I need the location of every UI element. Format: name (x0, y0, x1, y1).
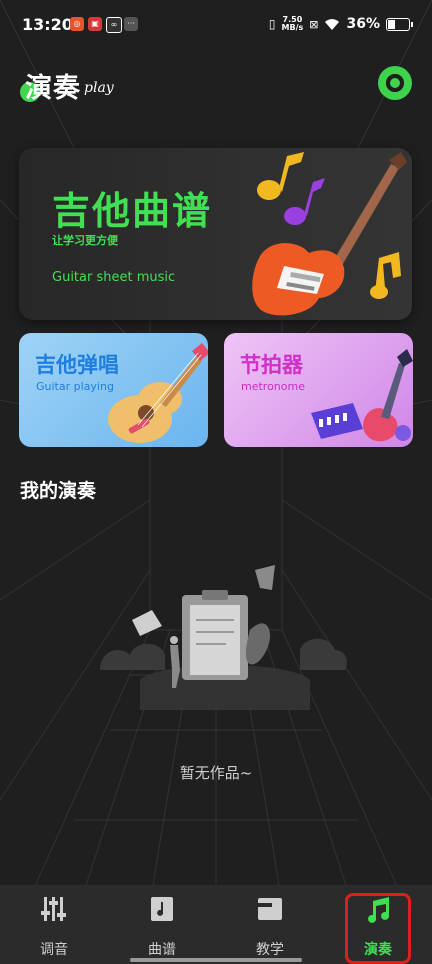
status-time: 13:20 (22, 15, 73, 34)
my-performances-title: 我的演奏 (20, 480, 97, 502)
tuner-sliders-icon (41, 897, 66, 921)
home-indicator[interactable] (130, 958, 302, 962)
app-logo-subtext: play (84, 80, 114, 96)
card-subtitle: metronome (241, 380, 305, 393)
app-header: 演奏 play (0, 60, 432, 110)
guitar-sheet-music-card[interactable]: 吉他曲谱 让学习更方便 Guitar sheet music (19, 148, 412, 320)
battery-icon (386, 17, 413, 31)
empty-state-text: 暂无作品~ (179, 764, 253, 782)
network-speed: 7.50 MB/s (281, 15, 304, 32)
card-title: 节拍器 (240, 353, 303, 377)
app-logo-text: 演奏 (25, 73, 81, 104)
guitar-playing-card[interactable]: 吉他弹唱 Guitar playing (19, 333, 208, 447)
empty-state-illustration (100, 565, 347, 710)
battery-percent: 36% (346, 16, 380, 32)
hero-title: 吉他曲谱 (52, 189, 213, 233)
more-notifications-icon: ··· (124, 17, 138, 31)
acoustic-guitar-illustration (108, 343, 208, 443)
teaching-icon (258, 898, 282, 920)
tab-teaching[interactable]: 教学 (216, 885, 324, 964)
hero-english-label: Guitar sheet music (52, 270, 176, 285)
tab-label: 教学 (256, 942, 284, 958)
settings-icon[interactable] (378, 66, 412, 100)
app-notification-icon: ◎ (70, 17, 84, 31)
tab-label: 调音 (40, 942, 68, 958)
wifi-icon (325, 19, 340, 30)
tab-tuner[interactable]: 调音 (0, 885, 108, 964)
hero-subtitle: 让学习更方便 (52, 234, 118, 247)
status-bar: 13:20 ◎ ▣ ∞ ··· ▯ 7.50 MB/s ⊠ 36% (0, 0, 432, 52)
score-book-icon (151, 897, 173, 921)
vibrate-icon: ▯ (268, 17, 276, 31)
tab-scores[interactable]: 曲谱 (108, 885, 216, 964)
metronome-card[interactable]: 节拍器 metronome (224, 333, 413, 447)
active-tab-highlight (345, 893, 411, 964)
instruments-illustration (311, 349, 413, 442)
no-sim-icon: ⊠ (309, 17, 319, 31)
app-notification-icon: ▣ (88, 17, 102, 31)
tab-label: 曲谱 (148, 942, 176, 958)
electric-guitar-notes-illustration (252, 152, 407, 316)
app-notification-icon: ∞ (106, 17, 122, 33)
